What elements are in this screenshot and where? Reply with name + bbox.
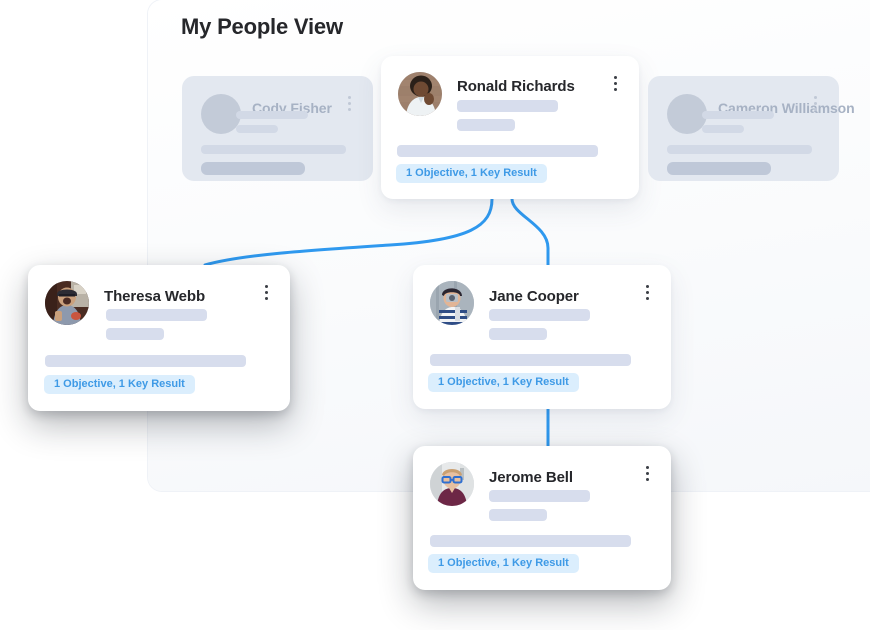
skeleton-bar <box>489 309 590 321</box>
skeleton-bar <box>236 125 278 133</box>
skeleton-bar <box>489 328 547 340</box>
skeleton-badge <box>667 162 771 175</box>
page-title: My People View <box>181 14 343 39</box>
avatar <box>45 281 89 325</box>
person-name: Ronald Richards <box>457 78 575 95</box>
skeleton-bar <box>45 355 246 367</box>
more-options-icon[interactable] <box>258 285 274 303</box>
objective-badge[interactable]: 1 Objective, 1 Key Result <box>428 373 579 392</box>
more-options-icon[interactable] <box>607 76 623 94</box>
skeleton-bar <box>457 100 558 112</box>
person-card-ronald-richards[interactable]: Ronald Richards 1 Objective, 1 Key Resul… <box>381 56 639 199</box>
skeleton-bar <box>397 145 598 157</box>
more-options-icon[interactable] <box>341 96 357 114</box>
skeleton-bar <box>667 145 812 154</box>
skeleton-bar <box>457 119 515 131</box>
objective-badge[interactable]: 1 Objective, 1 Key Result <box>428 554 579 573</box>
skeleton-bar <box>106 309 207 321</box>
more-options-icon[interactable] <box>807 96 823 114</box>
person-name: Jane Cooper <box>489 288 579 305</box>
avatar <box>667 94 707 134</box>
person-card-jane-cooper[interactable]: Jane Cooper 1 Objective, 1 Key Result <box>413 265 671 409</box>
skeleton-bar <box>489 490 590 502</box>
objective-badge[interactable]: 1 Objective, 1 Key Result <box>44 375 195 394</box>
card-header: Theresa Webb <box>45 281 274 329</box>
skeleton-bar <box>702 111 774 119</box>
person-card-cody-fisher[interactable]: Cody Fisher <box>182 76 373 181</box>
skeleton-bar <box>236 111 308 119</box>
person-name: Theresa Webb <box>104 288 206 305</box>
avatar <box>430 462 474 506</box>
person-card-jerome-bell[interactable]: Jerome Bell 1 Objective, 1 Key Result <box>413 446 671 590</box>
skeleton-bar <box>106 328 164 340</box>
person-card-theresa-webb[interactable]: Theresa Webb 1 Objective, 1 Key Result <box>28 265 290 411</box>
skeleton-bar <box>489 509 547 521</box>
person-name: Jerome Bell <box>489 469 573 486</box>
more-options-icon[interactable] <box>639 285 655 303</box>
skeleton-bar <box>702 125 744 133</box>
skeleton-bar <box>430 354 631 366</box>
objective-badge[interactable]: 1 Objective, 1 Key Result <box>396 164 547 183</box>
card-header: Jerome Bell <box>430 462 655 510</box>
skeleton-bar <box>430 535 631 547</box>
skeleton-badge <box>201 162 305 175</box>
card-header: Jane Cooper <box>430 281 655 329</box>
avatar <box>201 94 241 134</box>
card-header: Ronald Richards <box>398 72 623 120</box>
person-card-cameron-williamson[interactable]: Cameron Williamson <box>648 76 855 181</box>
more-options-icon[interactable] <box>639 466 655 484</box>
skeleton-bar <box>201 145 346 154</box>
avatar <box>398 72 442 116</box>
avatar <box>430 281 474 325</box>
